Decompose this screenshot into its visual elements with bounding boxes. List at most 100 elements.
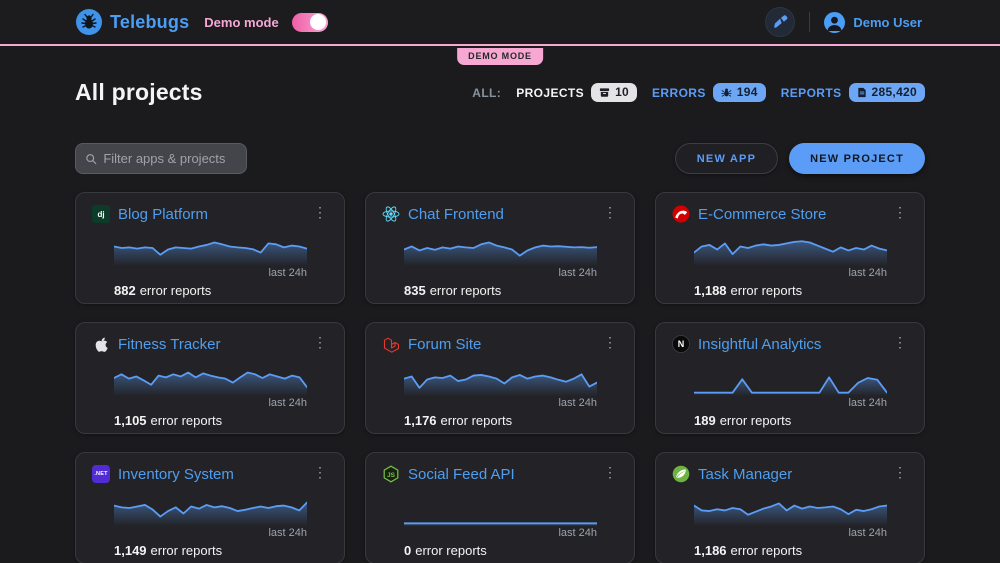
last-24h-label: last 24h bbox=[848, 527, 887, 539]
last-24h-label: last 24h bbox=[268, 267, 307, 279]
card-menu-button[interactable]: ⋮ bbox=[889, 333, 911, 351]
demo-mode-label: Demo mode bbox=[204, 14, 279, 30]
project-card: E-Commerce Store ⋮ last 24h 1,188 error r… bbox=[655, 192, 925, 304]
project-card: N Insightful Analytics ⋮ last 24h 189 err… bbox=[655, 322, 925, 434]
card-menu-button[interactable]: ⋮ bbox=[309, 463, 331, 481]
error-sparkline-chart bbox=[404, 360, 597, 396]
project-name-link[interactable]: Forum Site bbox=[408, 336, 481, 353]
stat-reports[interactable]: REPORTS 285,420 bbox=[781, 83, 925, 102]
search-icon bbox=[86, 153, 97, 164]
archive-icon bbox=[599, 87, 610, 97]
demo-mode-toggle[interactable] bbox=[291, 12, 328, 32]
stats-summary: ALL: PROJECTS 10 ERRORS 194 REPORTS 285,… bbox=[472, 83, 925, 102]
reports-label: REPORTS bbox=[780, 85, 842, 100]
toggle-knob bbox=[310, 14, 327, 30]
user-menu[interactable]: Demo User bbox=[824, 11, 922, 33]
errors-label: ERRORS bbox=[652, 85, 706, 100]
telebugs-logo-bug-icon bbox=[76, 9, 102, 35]
projects-count-badge: 10 bbox=[591, 83, 638, 102]
error-report-count: 1,149 error reports bbox=[114, 543, 223, 558]
reports-count-badge: 285,420 bbox=[848, 83, 925, 102]
error-sparkline-chart bbox=[404, 230, 597, 266]
document-icon bbox=[857, 87, 866, 97]
new-app-button[interactable]: NEW APP bbox=[674, 143, 779, 174]
stat-projects[interactable]: PROJECTS 10 bbox=[516, 83, 638, 102]
bug-icon bbox=[721, 87, 732, 97]
projects-label: PROJECTS bbox=[516, 85, 585, 100]
filter-input[interactable] bbox=[103, 151, 237, 166]
errors-count: 194 bbox=[736, 85, 758, 99]
project-name-link[interactable]: Task Manager bbox=[698, 466, 792, 483]
dotnet-icon: .NET bbox=[92, 465, 110, 483]
projects-count: 10 bbox=[615, 85, 630, 99]
project-card: .NET Inventory System ⋮ last 24h 1,149 er… bbox=[75, 452, 345, 563]
react-icon bbox=[382, 205, 400, 223]
last-24h-label: last 24h bbox=[268, 397, 307, 409]
error-report-count: 0 error reports bbox=[404, 543, 487, 558]
reports-count: 285,420 bbox=[871, 85, 917, 99]
django-icon: dj bbox=[92, 205, 110, 223]
page-title: All projects bbox=[75, 79, 203, 105]
nextjs-icon: N bbox=[672, 335, 690, 353]
error-sparkline-chart bbox=[404, 490, 597, 526]
error-sparkline-chart bbox=[694, 490, 887, 526]
projects-grid: dj Blog Platform ⋮ last 24h 882 error rep… bbox=[75, 192, 925, 563]
card-menu-button[interactable]: ⋮ bbox=[599, 333, 621, 351]
error-report-count: 1,186 error reports bbox=[694, 543, 803, 558]
error-sparkline-chart bbox=[114, 360, 307, 396]
project-name-link[interactable]: Insightful Analytics bbox=[698, 336, 821, 353]
error-sparkline-chart bbox=[694, 360, 887, 396]
rails-icon bbox=[672, 205, 690, 223]
svg-text:JS: JS bbox=[387, 472, 396, 479]
top-bar: Telebugs Demo mode Demo User bbox=[0, 0, 1000, 46]
last-24h-label: last 24h bbox=[848, 397, 887, 409]
user-name: Demo User bbox=[853, 14, 922, 30]
project-card: Task Manager ⋮ last 24h 1,186 error repor… bbox=[655, 452, 925, 563]
laravel-icon bbox=[382, 335, 400, 353]
main-content: All projects ALL: PROJECTS 10 ERRORS 194… bbox=[0, 79, 1000, 563]
brand[interactable]: Telebugs bbox=[76, 9, 189, 35]
error-report-count: 1,188 error reports bbox=[694, 283, 803, 298]
brand-name: Telebugs bbox=[110, 11, 190, 32]
errors-count-badge: 194 bbox=[712, 83, 766, 102]
svg-text:N: N bbox=[678, 339, 685, 349]
new-project-button[interactable]: NEW PROJECT bbox=[789, 143, 925, 174]
project-card: dj Blog Platform ⋮ last 24h 882 error rep… bbox=[75, 192, 345, 304]
nodejs-icon: JS bbox=[382, 465, 400, 483]
error-report-count: 1,105 error reports bbox=[114, 413, 223, 428]
user-avatar-icon bbox=[824, 11, 846, 33]
filter-box bbox=[75, 143, 247, 174]
project-name-link[interactable]: E-Commerce Store bbox=[698, 206, 826, 223]
card-menu-button[interactable]: ⋮ bbox=[889, 203, 911, 221]
project-card: JS Social Feed API ⋮ last 24h 0 error rep… bbox=[365, 452, 635, 563]
demo-mode-badge: DEMO MODE bbox=[457, 48, 543, 65]
project-name-link[interactable]: Inventory System bbox=[118, 466, 234, 483]
error-sparkline-chart bbox=[114, 490, 307, 526]
card-menu-button[interactable]: ⋮ bbox=[599, 203, 621, 221]
project-card: Chat Frontend ⋮ last 24h 835 error report… bbox=[365, 192, 635, 304]
error-sparkline-chart bbox=[694, 230, 887, 266]
project-name-link[interactable]: Chat Frontend bbox=[408, 206, 504, 223]
card-menu-button[interactable]: ⋮ bbox=[309, 203, 331, 221]
project-name-link[interactable]: Fitness Tracker bbox=[118, 336, 221, 353]
last-24h-label: last 24h bbox=[558, 267, 597, 279]
project-card: Fitness Tracker ⋮ last 24h 1,105 error re… bbox=[75, 322, 345, 434]
project-card: Forum Site ⋮ last 24h 1,176 error reports bbox=[365, 322, 635, 434]
last-24h-label: last 24h bbox=[558, 527, 597, 539]
project-name-link[interactable]: Blog Platform bbox=[118, 206, 208, 223]
theme-button[interactable] bbox=[765, 7, 796, 37]
error-report-count: 882 error reports bbox=[114, 283, 212, 298]
paintbrush-icon bbox=[774, 14, 788, 28]
card-menu-button[interactable]: ⋮ bbox=[599, 463, 621, 481]
error-report-count: 189 error reports bbox=[694, 413, 792, 428]
stat-errors[interactable]: ERRORS 194 bbox=[652, 83, 766, 102]
card-menu-button[interactable]: ⋮ bbox=[889, 463, 911, 481]
last-24h-label: last 24h bbox=[558, 397, 597, 409]
error-report-count: 1,176 error reports bbox=[404, 413, 513, 428]
card-menu-button[interactable]: ⋮ bbox=[309, 333, 331, 351]
error-report-count: 835 error reports bbox=[404, 283, 502, 298]
project-name-link[interactable]: Social Feed API bbox=[408, 466, 515, 483]
error-sparkline-chart bbox=[114, 230, 307, 266]
header-divider bbox=[809, 12, 811, 32]
last-24h-label: last 24h bbox=[848, 267, 887, 279]
